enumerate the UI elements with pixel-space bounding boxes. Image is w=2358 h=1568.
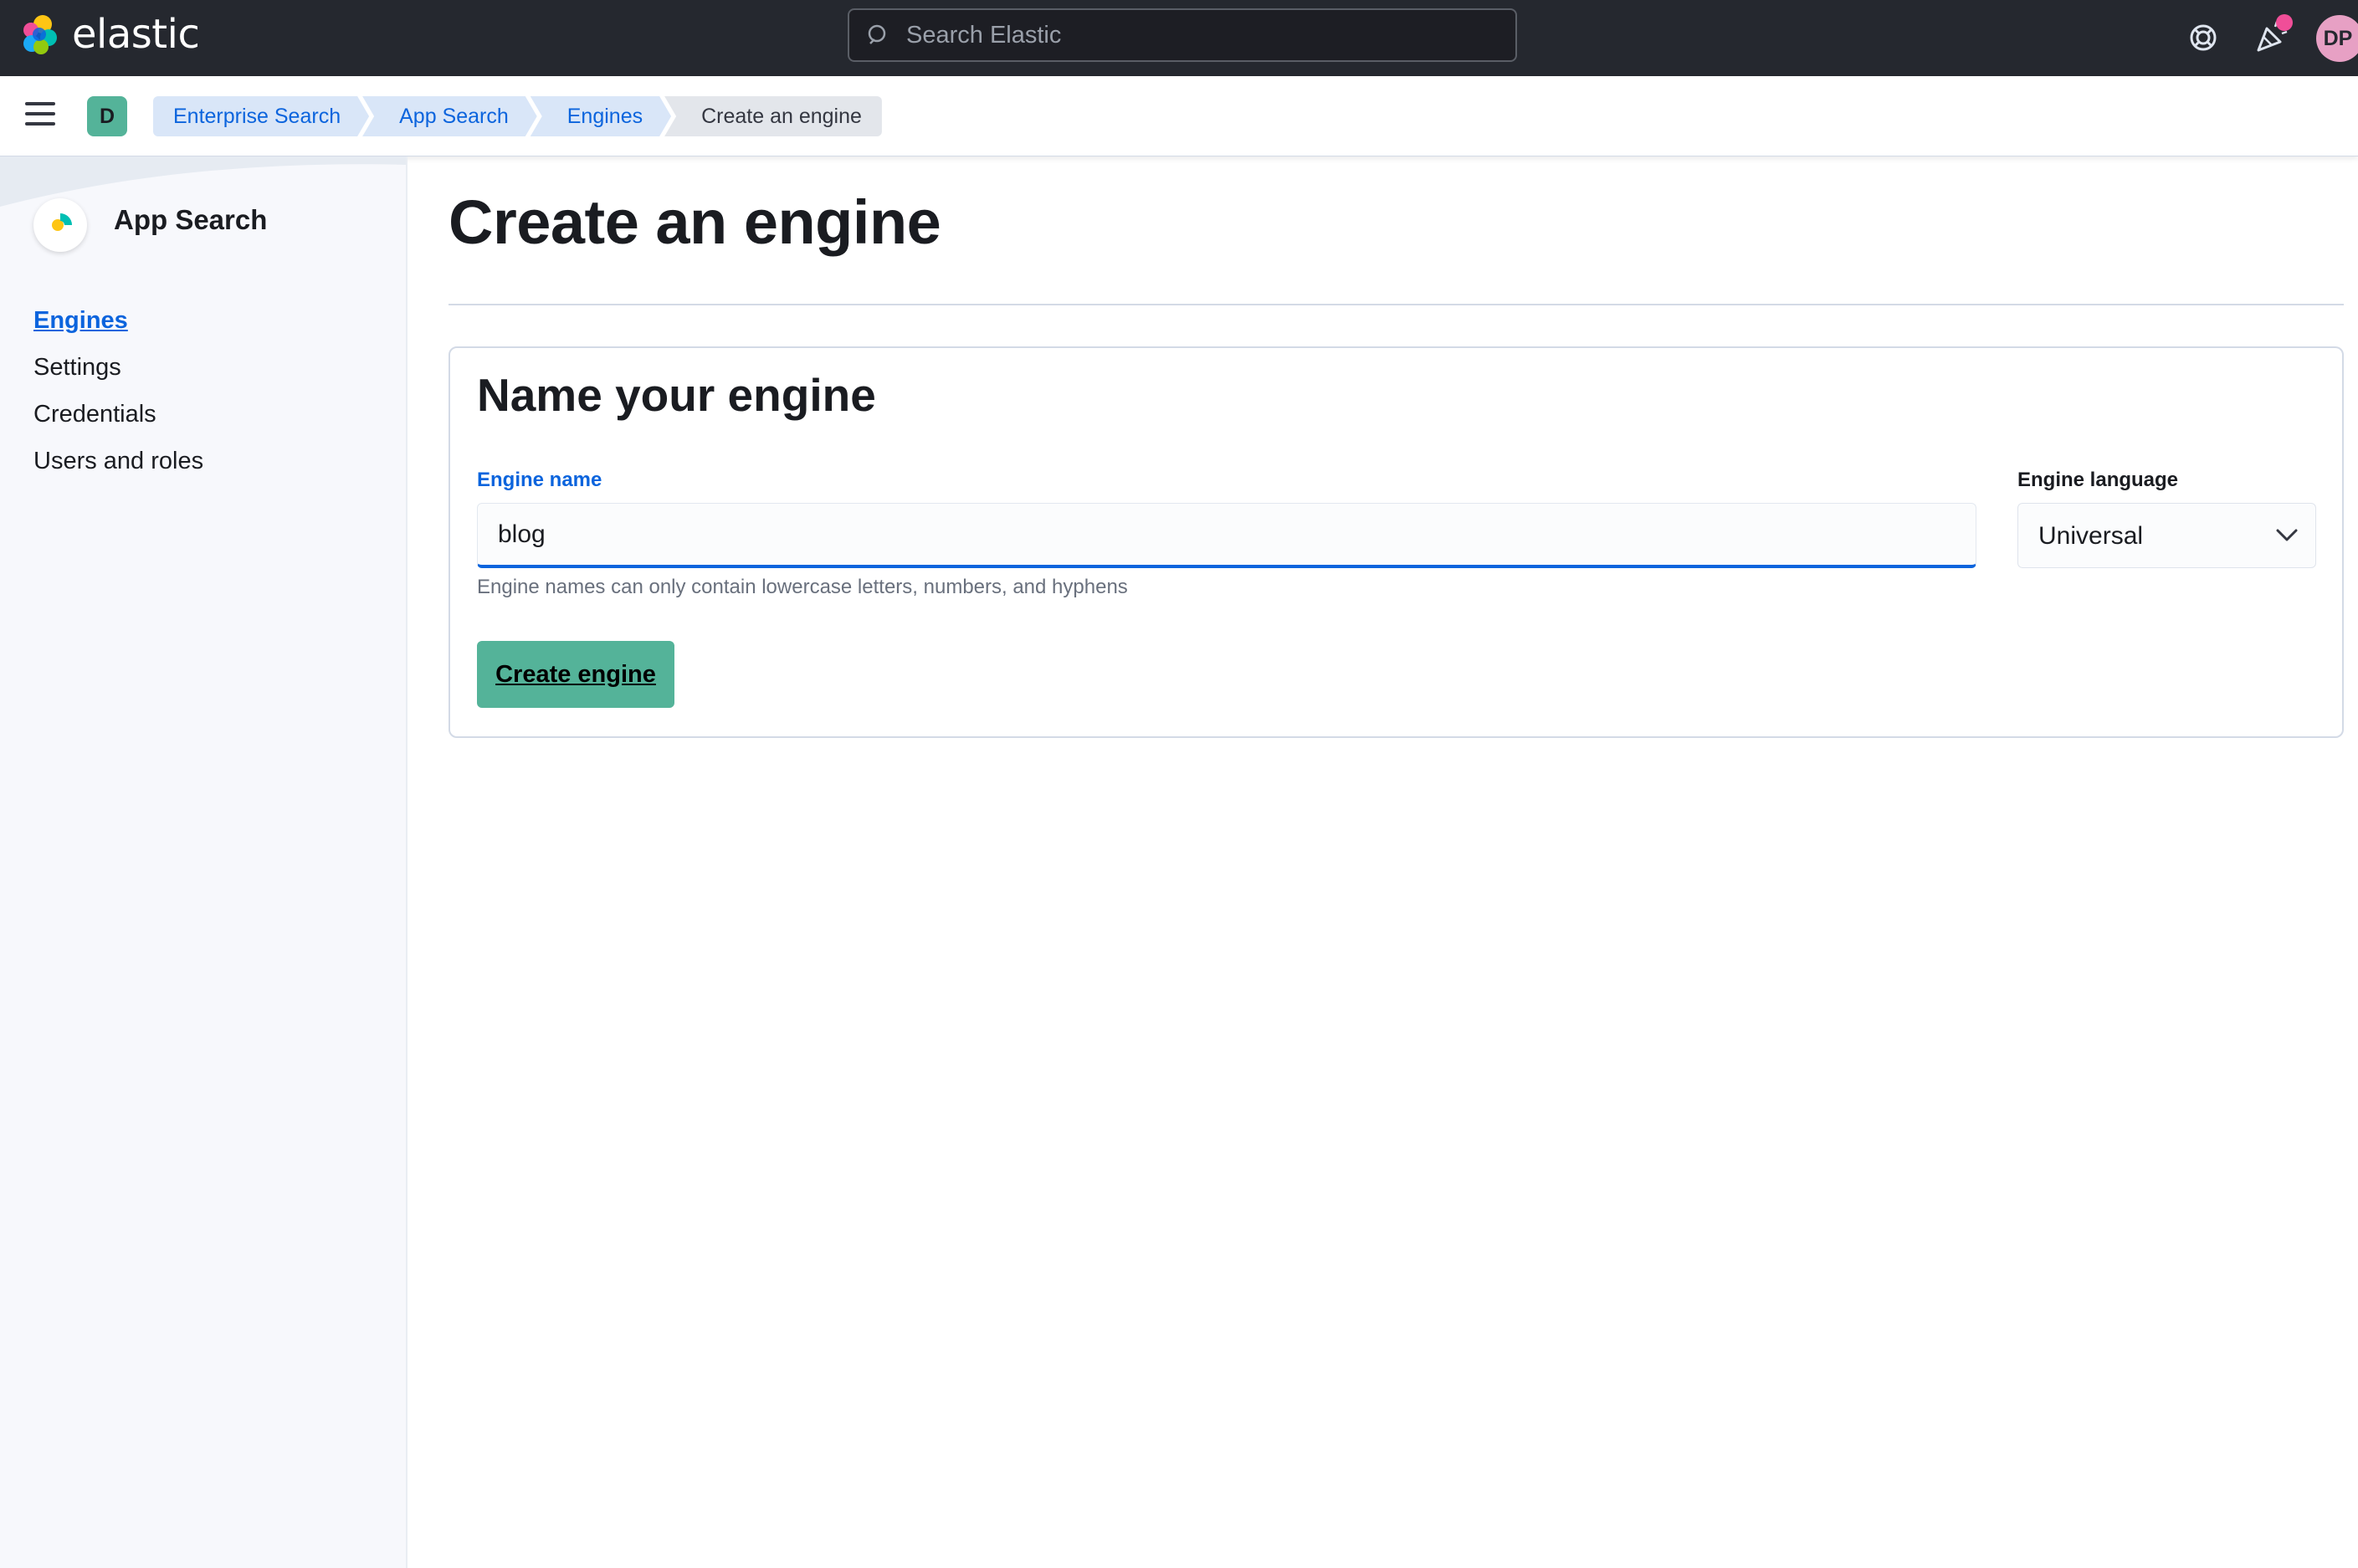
breadcrumb-app-search[interactable]: App Search [362, 96, 537, 136]
global-search[interactable] [848, 8, 1517, 62]
engine-language-value: Universal [2038, 522, 2144, 550]
side-nav: App Search Engines Settings Credentials … [0, 156, 408, 1568]
breadcrumb-enterprise-search[interactable]: Enterprise Search [153, 96, 369, 136]
space-avatar[interactable]: D [87, 96, 127, 136]
create-engine-button[interactable]: Create engine [477, 641, 674, 708]
elastic-wordmark: elastic [72, 11, 200, 58]
search-icon [868, 24, 886, 44]
breadcrumb: Enterprise Search App Search Engines Cre… [153, 96, 882, 136]
notification-dot [2276, 14, 2293, 31]
engine-name-help-text: Engine names can only contain lowercase … [477, 576, 1128, 598]
sidebar-item-engines[interactable]: Engines [33, 307, 128, 335]
help-lifebuoy-icon[interactable] [2182, 17, 2224, 59]
engine-language-select[interactable]: Universal [2017, 503, 2316, 568]
page-title: Create an engine [449, 187, 941, 257]
app-title: App Search [114, 204, 268, 235]
hamburger-menu-icon[interactable] [25, 102, 55, 127]
engine-name-input[interactable] [477, 503, 1976, 568]
user-avatar[interactable]: DP [2316, 15, 2358, 62]
breadcrumb-current-page: Create an engine [664, 96, 882, 136]
global-header: elastic DP [0, 0, 2358, 76]
sidebar-item-settings[interactable]: Settings [33, 354, 121, 382]
elastic-logo-icon [23, 15, 57, 54]
global-search-input[interactable] [905, 20, 1494, 50]
engine-name-label: Engine name [477, 469, 602, 491]
elastic-home-link[interactable]: elastic [20, 11, 200, 58]
title-divider [449, 304, 2344, 305]
breadcrumb-engines[interactable]: Engines [531, 96, 671, 136]
form-heading: Name your engine [477, 369, 876, 421]
sidebar-item-credentials[interactable]: Credentials [33, 401, 156, 428]
engine-language-label: Engine language [2017, 469, 2179, 491]
sidebar-item-users-and-roles[interactable]: Users and roles [33, 448, 203, 475]
chevron-down-icon [2276, 529, 2298, 541]
app-search-logo-icon [33, 198, 87, 252]
